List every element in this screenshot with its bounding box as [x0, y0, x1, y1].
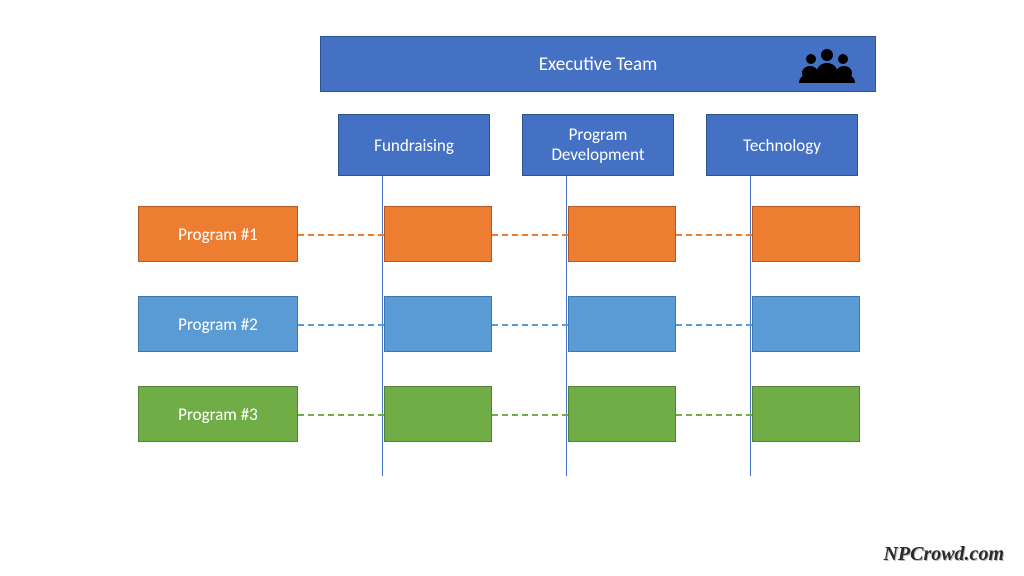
program-1-programdev-box — [568, 206, 676, 262]
dept-fundraising-vline — [382, 176, 383, 476]
program-1-technology-box — [752, 206, 860, 262]
dept-technology-label: Technology — [743, 135, 821, 156]
program-2-dash-2 — [492, 324, 568, 326]
program-1-fundraising-box — [384, 206, 492, 262]
program-1-dash-2 — [492, 234, 568, 236]
program-3-dash-3 — [676, 414, 752, 416]
program-2-label: Program #2 — [178, 314, 258, 335]
program-2-programdev-box — [568, 296, 676, 352]
program-3-label-box: Program #3 — [138, 386, 298, 442]
program-2-fundraising-box — [384, 296, 492, 352]
program-2-technology-box — [752, 296, 860, 352]
program-1-dash-3 — [676, 234, 752, 236]
program-3-dash-2 — [492, 414, 568, 416]
dept-technology-vline — [750, 176, 751, 476]
footer-credit: NPCrowd.com — [883, 543, 1004, 566]
program-2-label-box: Program #2 — [138, 296, 298, 352]
program-1-label: Program #1 — [178, 224, 258, 245]
program-3-dash-1 — [298, 414, 384, 416]
group-icon — [797, 45, 857, 85]
executive-team-label: Executive Team — [539, 53, 658, 76]
program-3-fundraising-box — [384, 386, 492, 442]
dept-programdev-vline — [566, 176, 567, 476]
program-2-dash-1 — [298, 324, 384, 326]
program-1-dash-1 — [298, 234, 384, 236]
executive-team-box: Executive Team — [320, 36, 876, 92]
program-3-programdev-box — [568, 386, 676, 442]
dept-program-dev-box: Program Development — [522, 114, 674, 176]
dept-fundraising-box: Fundraising — [338, 114, 490, 176]
program-3-technology-box — [752, 386, 860, 442]
dept-fundraising-label: Fundraising — [374, 135, 454, 156]
program-1-label-box: Program #1 — [138, 206, 298, 262]
dept-program-dev-label: Program Development — [523, 125, 673, 164]
dept-technology-box: Technology — [706, 114, 858, 176]
program-2-dash-3 — [676, 324, 752, 326]
program-3-label: Program #3 — [178, 404, 258, 425]
